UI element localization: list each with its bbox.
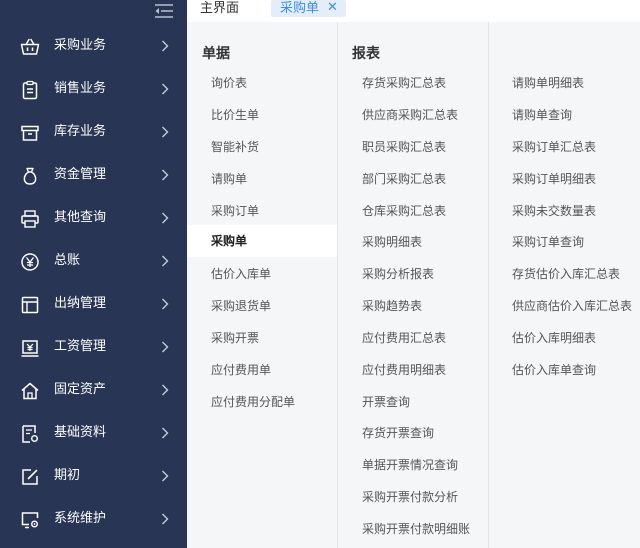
- report-link[interactable]: 应付费用明细表: [362, 362, 446, 378]
- sidebar-item-label: 资金管理: [54, 167, 107, 182]
- report-link[interactable]: 请购单查询: [512, 107, 572, 123]
- doc-row-active[interactable]: 采购单: [187, 225, 337, 257]
- doc-link-requisition[interactable]: 请购单: [211, 171, 247, 187]
- house-icon: [21, 382, 39, 400]
- report-link[interactable]: 单据开票情况查询: [362, 457, 458, 473]
- sidebar-item-sales[interactable]: 销售业务: [0, 68, 187, 111]
- report-link[interactable]: 采购明细表: [362, 234, 422, 250]
- chevron-right-icon: [162, 40, 169, 52]
- chevron-right-icon: [162, 126, 169, 138]
- sidebar-item-funds[interactable]: 资金管理: [0, 154, 187, 197]
- chevron-right-icon: [162, 341, 169, 353]
- chevron-right-icon: [162, 470, 169, 482]
- sidebar-item-opening[interactable]: 期初: [0, 455, 187, 498]
- report-link[interactable]: 开票查询: [362, 394, 410, 410]
- report-link[interactable]: 仓库采购汇总表: [362, 203, 446, 219]
- clipboard-icon: [22, 80, 38, 100]
- doc-link-inquiry[interactable]: 询价表: [211, 75, 247, 91]
- salary-icon: [21, 340, 39, 357]
- inventory-box-icon: [21, 125, 39, 141]
- chevron-right-icon: [162, 298, 169, 310]
- report-link[interactable]: 采购未交数量表: [512, 203, 596, 219]
- chevron-right-icon: [162, 513, 169, 525]
- report-link[interactable]: 供应商估价入库汇总表: [512, 298, 632, 314]
- layout-icon: [21, 296, 39, 314]
- sidebar-item-label: 销售业务: [54, 81, 107, 96]
- sidebar-item-ledger[interactable]: 总账: [0, 240, 187, 283]
- doc-link-purchase-return[interactable]: 采购退货单: [211, 298, 271, 314]
- chevron-right-icon: [162, 384, 169, 396]
- report-link[interactable]: 估价入库单查询: [512, 362, 596, 378]
- doc-link-estimated-receipt[interactable]: 估价入库单: [211, 266, 271, 282]
- menu-collapse-icon[interactable]: [152, 1, 176, 21]
- sidebar-item-label: 期初: [54, 468, 81, 483]
- report-link[interactable]: 估价入库明细表: [512, 330, 596, 346]
- doc-link-purchase-bill[interactable]: 采购单: [211, 233, 247, 249]
- sidebar-item-system-maintenance[interactable]: 系统维护: [0, 498, 187, 541]
- tab-home[interactable]: 主界面: [200, 0, 239, 17]
- chevron-right-icon: [162, 427, 169, 439]
- sidebar-item-other-query[interactable]: 其他查询: [0, 197, 187, 240]
- sidebar-item-label: 固定资产: [54, 382, 107, 397]
- report-link[interactable]: 采购订单查询: [512, 234, 584, 250]
- report-link[interactable]: 采购订单明细表: [512, 171, 596, 187]
- money-bag-icon: [23, 167, 37, 185]
- sidebar-item-label: 系统维护: [54, 511, 107, 526]
- chevron-right-icon: [162, 83, 169, 95]
- sidebar-item-purchase[interactable]: 采购业务: [0, 25, 187, 68]
- doc-link-payable-expense[interactable]: 应付费用单: [211, 362, 271, 378]
- chevron-right-icon: [162, 255, 169, 267]
- chevron-right-icon: [162, 212, 169, 224]
- report-link[interactable]: 采购开票付款明细账: [362, 521, 470, 537]
- sidebar-item-salary[interactable]: 工资管理: [0, 326, 187, 369]
- doc-link-purchase-invoice[interactable]: 采购开票: [211, 330, 259, 346]
- chevron-right-icon: [162, 169, 169, 181]
- sidebar-item-inventory[interactable]: 库存业务: [0, 111, 187, 154]
- report-link[interactable]: 请购单明细表: [512, 75, 584, 91]
- sidebar-item-fixed-assets[interactable]: 固定资产: [0, 369, 187, 412]
- tab-purchase-order[interactable]: 采购单 ✕: [271, 0, 346, 17]
- close-icon[interactable]: ✕: [327, 0, 338, 15]
- sidebar-item-label: 出纳管理: [54, 296, 107, 311]
- document-settings-icon: [22, 425, 38, 443]
- monitor-gear-icon: [21, 512, 39, 529]
- sidebar-item-basic-data[interactable]: 基础资料: [0, 412, 187, 455]
- reports-heading: 报表: [352, 46, 380, 62]
- sidebar-item-cashier[interactable]: 出纳管理: [0, 283, 187, 326]
- report-link[interactable]: 存货估价入库汇总表: [512, 266, 620, 282]
- sidebar-item-label: 其他查询: [54, 210, 107, 225]
- tab-label: 采购单: [280, 1, 320, 16]
- printer-icon: [21, 210, 39, 228]
- doc-link-expense-allocation[interactable]: 应付费用分配单: [211, 394, 295, 410]
- sidebar-item-label: 总账: [54, 253, 81, 268]
- sidebar: 采购业务 销售业务 库存业务 资金管理 其他查询 总账 出纳管理 工资管理 固定…: [0, 0, 187, 548]
- doc-link-price-compare[interactable]: 比价生单: [211, 107, 259, 123]
- documents-heading: 单据: [202, 46, 230, 62]
- report-link[interactable]: 应付费用汇总表: [362, 330, 446, 346]
- sidebar-item-label: 工资管理: [54, 339, 107, 354]
- basket-icon: [20, 38, 40, 55]
- report-link[interactable]: 采购分析报表: [362, 266, 434, 282]
- report-link[interactable]: 存货开票查询: [362, 425, 434, 441]
- column-divider: [337, 22, 338, 548]
- report-link[interactable]: 采购开票付款分析: [362, 489, 458, 505]
- tab-bar: 主界面 采购单 ✕: [187, 0, 640, 22]
- report-link[interactable]: 采购订单汇总表: [512, 139, 596, 155]
- doc-link-purchase-order[interactable]: 采购订单: [211, 203, 259, 219]
- report-link[interactable]: 部门采购汇总表: [362, 171, 446, 187]
- report-link[interactable]: 职员采购汇总表: [362, 139, 446, 155]
- sidebar-item-label: 库存业务: [54, 124, 107, 139]
- yen-circle-icon: [21, 253, 39, 271]
- column-divider: [488, 22, 489, 548]
- doc-link-smart-replenish[interactable]: 智能补货: [211, 139, 259, 155]
- edit-icon: [22, 469, 38, 485]
- sidebar-item-label: 采购业务: [54, 38, 107, 53]
- sidebar-item-label: 基础资料: [54, 425, 107, 440]
- report-link[interactable]: 采购趋势表: [362, 298, 422, 314]
- report-link[interactable]: 供应商采购汇总表: [362, 107, 458, 123]
- report-link[interactable]: 存货采购汇总表: [362, 75, 446, 91]
